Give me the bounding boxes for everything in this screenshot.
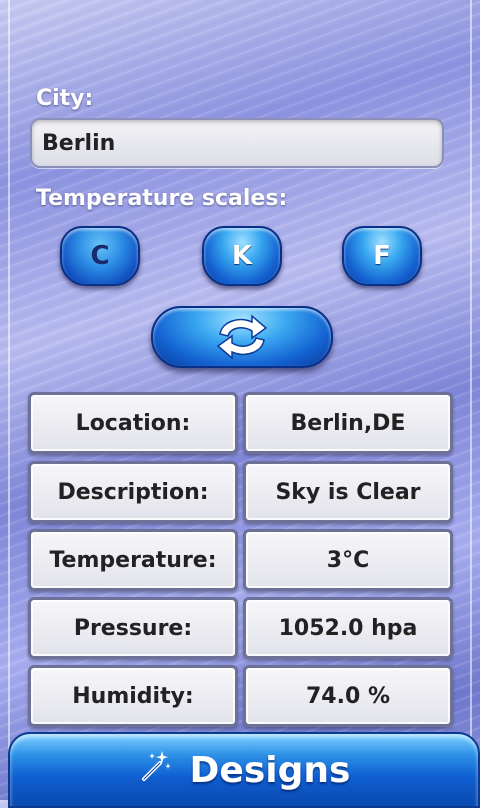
humidity-value-cell: 74.0 %	[243, 665, 453, 727]
temperature-label-cell: Temperature:	[28, 529, 238, 591]
temperature-scales-label: Temperature scales:	[36, 186, 288, 211]
scale-celsius-button[interactable]: C	[60, 226, 140, 286]
pressure-label-cell: Pressure:	[28, 597, 238, 659]
description-value-cell: Sky is Clear	[243, 461, 453, 523]
scale-fahrenheit-button[interactable]: F	[342, 226, 422, 286]
city-label: City:	[36, 86, 94, 111]
humidity-label-cell: Humidity:	[28, 665, 238, 727]
designs-label: Designs	[189, 749, 351, 791]
refresh-icon	[216, 314, 268, 360]
city-input[interactable]	[30, 118, 444, 168]
magic-wand-icon	[138, 749, 172, 791]
temperature-value-cell: 3°C	[243, 529, 453, 591]
pressure-value-cell: 1052.0 hpa	[243, 597, 453, 659]
description-label-cell: Description:	[28, 461, 238, 523]
refresh-button[interactable]	[151, 306, 333, 368]
designs-button[interactable]: Designs	[8, 732, 480, 808]
location-label-cell: Location:	[28, 392, 238, 454]
location-value-cell: Berlin,DE	[243, 392, 453, 454]
scale-kelvin-button[interactable]: K	[202, 226, 282, 286]
